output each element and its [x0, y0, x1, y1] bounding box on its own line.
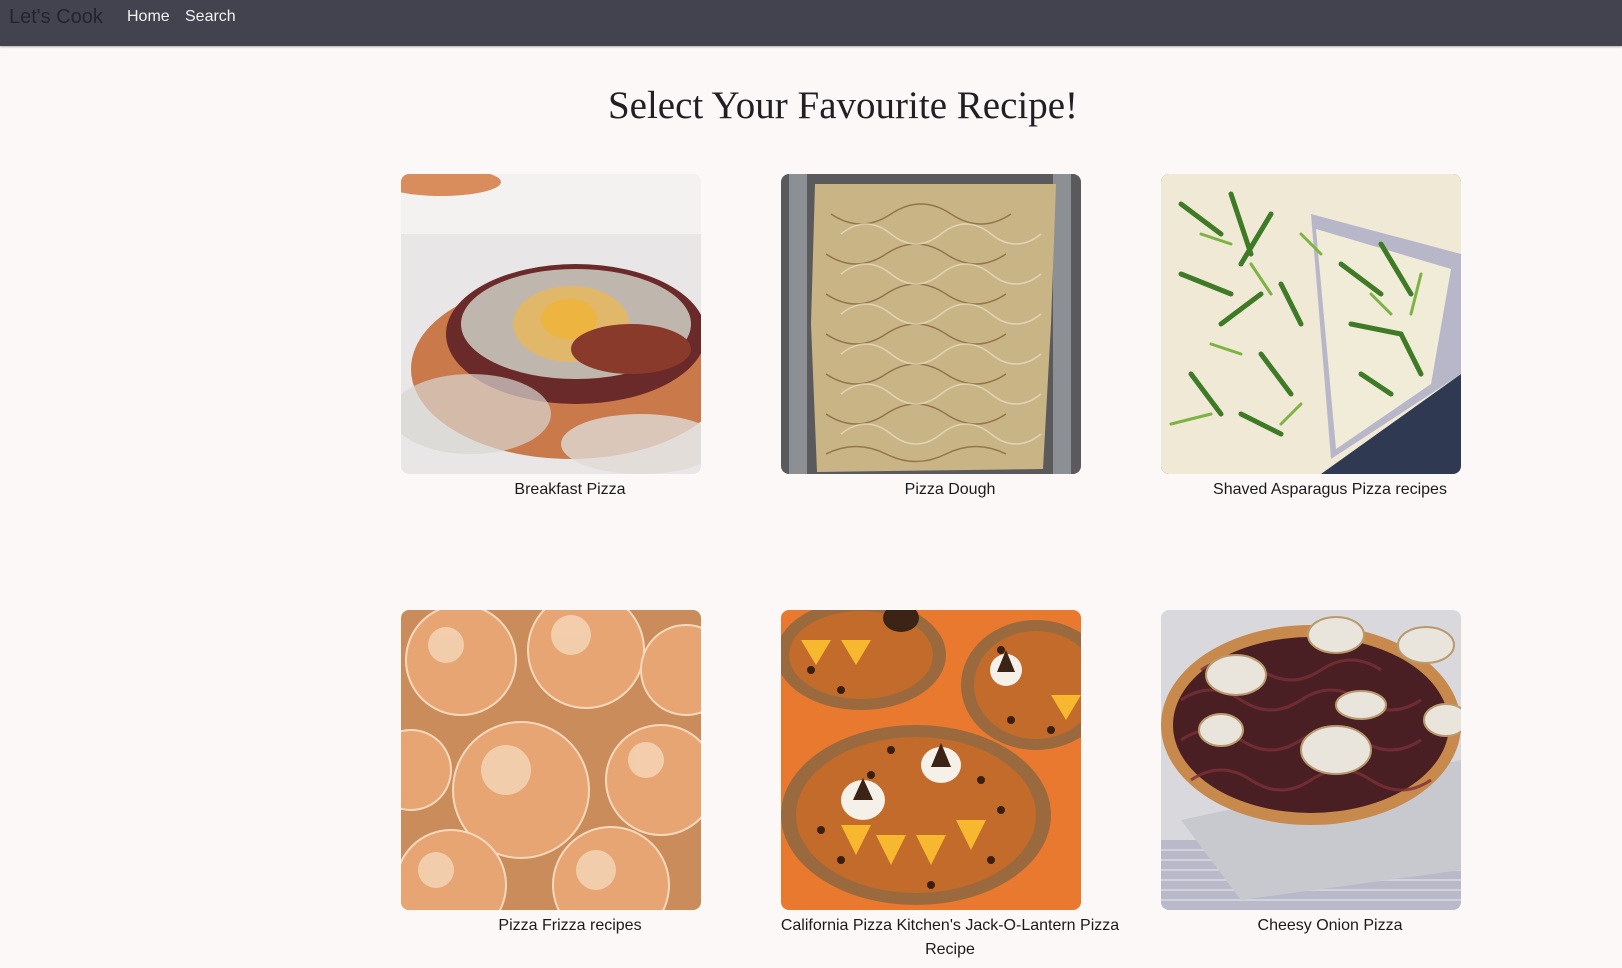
recipe-title[interactable]: Cheesy Onion Pizza [1140, 914, 1520, 938]
recipe-title[interactable]: Shaved Asparagus Pizza recipes [1140, 478, 1520, 502]
recipe-image-breakfast-pizza[interactable] [401, 174, 701, 474]
recipe-title[interactable]: California Pizza Kitchen's Jack-O-Lanter… [760, 914, 1140, 962]
recipe-image-jack-o-lantern-pizza[interactable] [781, 610, 1081, 910]
nav-search-link[interactable]: Search [185, 8, 236, 26]
recipe-image-pizza-frizza[interactable] [401, 610, 701, 910]
brand-logo-link[interactable]: Let's Cook [9, 6, 103, 29]
nav-home-link[interactable]: Home [127, 8, 170, 26]
recipe-image-shaved-asparagus-pizza[interactable] [1161, 174, 1461, 474]
recipe-title[interactable]: Pizza Frizza recipes [380, 914, 760, 938]
recipe-title[interactable]: Pizza Dough [760, 478, 1140, 502]
recipe-image-pizza-dough[interactable] [781, 174, 1081, 474]
recipe-title[interactable]: Breakfast Pizza [380, 478, 760, 502]
page-title: Select Your Favourite Recipe! [607, 84, 1079, 127]
navbar: Let's Cook Home Search [0, 0, 1622, 46]
recipe-image-cheesy-onion-pizza[interactable] [1161, 610, 1461, 910]
